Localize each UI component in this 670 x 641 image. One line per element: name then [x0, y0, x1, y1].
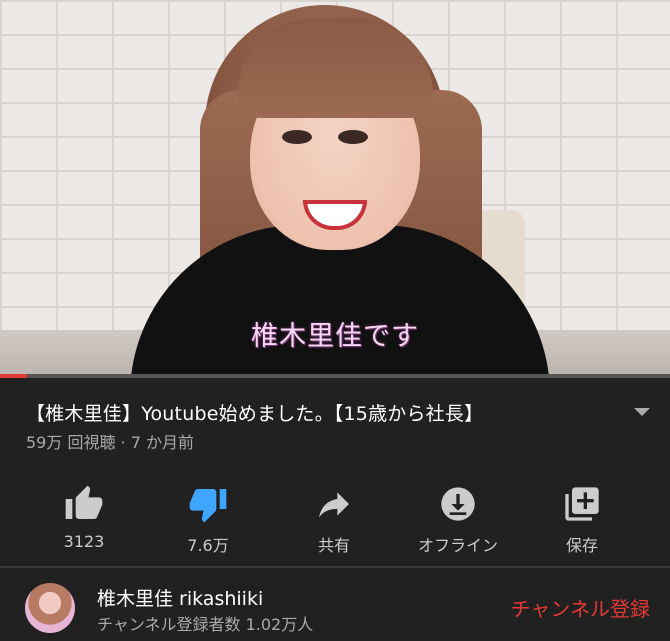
action-bar: 3123 7.6万 共有 オフライン 保存: [0, 456, 670, 566]
like-button[interactable]: 3123: [24, 484, 144, 551]
avatar[interactable]: [25, 583, 75, 633]
offline-label: オフライン: [417, 536, 498, 555]
like-count: 3123: [63, 532, 105, 551]
add-to-playlist-icon: [522, 484, 642, 524]
subscribe-button[interactable]: チャンネル登録: [511, 593, 650, 622]
video-player[interactable]: 椎木里佳です: [0, 0, 670, 374]
channel-row[interactable]: 椎木里佳 rikashiiki チャンネル登録者数 1.02万人 チャンネル登録: [0, 568, 670, 640]
video-subtitle: 椎木里佳です: [251, 321, 419, 352]
share-label: 共有: [317, 536, 350, 555]
subscriber-count: チャンネル登録者数 1.02万人: [97, 615, 314, 634]
dislike-count: 7.6万: [187, 536, 229, 555]
save-label: 保存: [565, 536, 598, 555]
offline-button[interactable]: オフライン: [398, 484, 518, 556]
channel-name[interactable]: 椎木里佳 rikashiiki: [97, 584, 263, 611]
thumbs-up-icon: [24, 484, 144, 524]
save-button[interactable]: 保存: [522, 484, 642, 556]
video-title[interactable]: 【椎木里佳】Youtube始めました。【15歳から社長】: [26, 399, 483, 426]
dislike-button[interactable]: 7.6万: [148, 484, 268, 556]
share-button[interactable]: 共有: [274, 484, 394, 556]
download-icon: [398, 484, 518, 524]
thumbs-down-icon: [148, 484, 268, 524]
chevron-down-icon[interactable]: [634, 408, 650, 416]
share-icon: [274, 484, 394, 524]
video-meta: 59万 回視聴 · 7 か月前: [26, 433, 194, 452]
